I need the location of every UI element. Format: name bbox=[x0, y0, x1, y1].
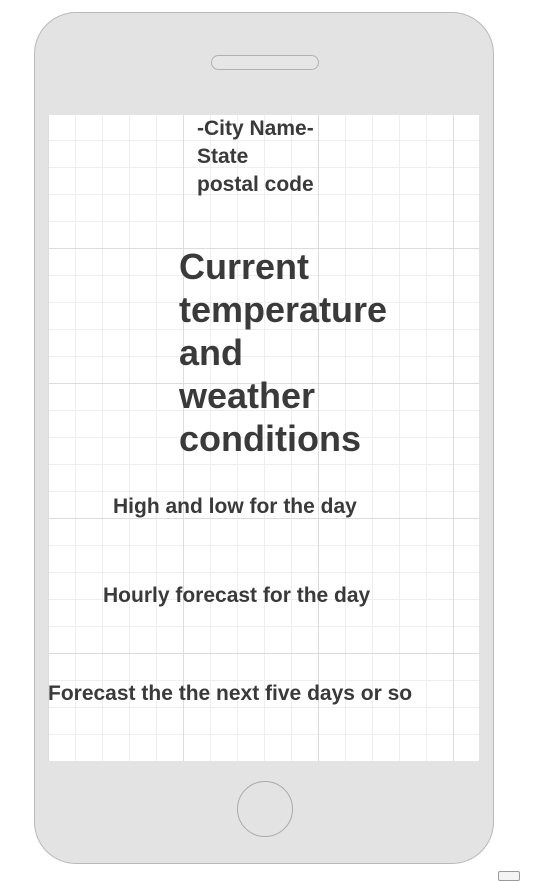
current-line-4: weather bbox=[179, 375, 316, 416]
current-line-3: and bbox=[179, 332, 244, 373]
five-day-forecast-section: Forecast the the next five days or so bbox=[48, 682, 413, 705]
state-label: State bbox=[197, 145, 249, 168]
current-conditions: Current temperature and weather conditio… bbox=[179, 245, 387, 460]
location-header: -City Name- State postal code bbox=[197, 115, 314, 199]
home-button[interactable] bbox=[237, 781, 293, 837]
hourly-forecast-section: Hourly forecast for the day bbox=[103, 584, 371, 607]
speaker-grille-icon bbox=[211, 55, 319, 70]
current-line-5: conditions bbox=[179, 418, 361, 459]
high-low-section: High and low for the day bbox=[113, 495, 357, 518]
phone-screen: -City Name- State postal code Current te… bbox=[48, 115, 479, 761]
postal-code: postal code bbox=[197, 173, 314, 196]
current-line-1: Current bbox=[179, 246, 310, 287]
city-name: -City Name- bbox=[197, 117, 314, 140]
current-line-2: temperature bbox=[179, 289, 388, 330]
resize-handle-icon[interactable] bbox=[498, 871, 520, 881]
